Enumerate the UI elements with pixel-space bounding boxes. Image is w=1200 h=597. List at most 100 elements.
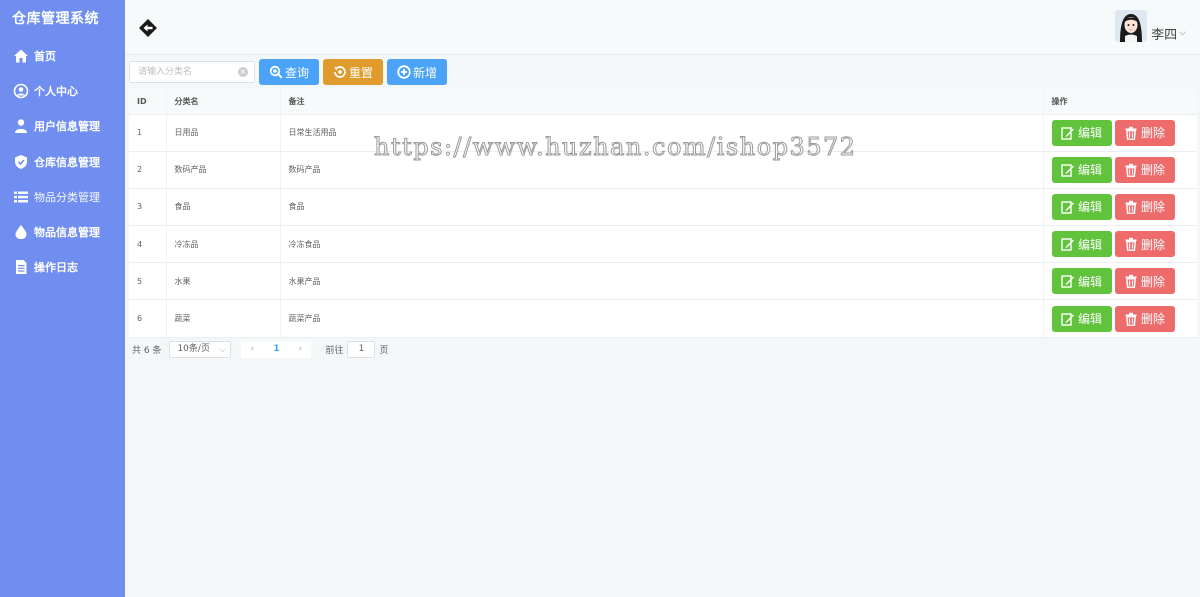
edit-button[interactable]: 编辑 bbox=[1051, 231, 1112, 258]
edit-button[interactable]: 编辑 bbox=[1051, 193, 1112, 220]
delete-button[interactable]: 删除 bbox=[1114, 231, 1175, 258]
query-button[interactable]: 查询 bbox=[259, 59, 319, 85]
edit-button[interactable]: 编辑 bbox=[1051, 305, 1112, 332]
cell-note: 数码产品 bbox=[280, 151, 1044, 189]
table-row: 1 日用品 日常生活用品 编辑 删除 bbox=[129, 114, 1197, 152]
sidebar-item-warehouse[interactable]: 仓库信息管理 bbox=[0, 144, 125, 179]
edit-icon bbox=[1061, 201, 1074, 214]
edit-label: 编辑 bbox=[1077, 274, 1102, 289]
cell-name: 冷冻品 bbox=[166, 225, 281, 264]
chevron-down-icon: ⌵ bbox=[219, 344, 226, 354]
cell-actions: 编辑 删除 bbox=[1043, 151, 1197, 189]
delete-label: 删除 bbox=[1140, 237, 1165, 252]
delete-label: 删除 bbox=[1140, 126, 1165, 141]
edit-label: 编辑 bbox=[1077, 163, 1102, 178]
reset-icon bbox=[334, 66, 346, 78]
column-header-note[interactable]: 备注 bbox=[280, 89, 1044, 115]
document-icon bbox=[12, 258, 30, 276]
search-icon bbox=[269, 65, 283, 79]
avatar bbox=[1115, 10, 1148, 42]
next-page-button[interactable]: › bbox=[289, 340, 312, 358]
trash-icon bbox=[1125, 163, 1137, 177]
username: 李四 bbox=[1151, 27, 1178, 43]
pagination: 共 6 条 10条/页 ⌵ ‹ 1 › 前往 1 页 bbox=[132, 340, 388, 358]
user-circle-icon bbox=[12, 82, 30, 100]
prev-page-button[interactable]: ‹ bbox=[241, 340, 264, 358]
cell-actions: 编辑 删除 bbox=[1043, 299, 1197, 338]
reset-button[interactable]: 重置 bbox=[323, 59, 383, 85]
edit-button[interactable]: 编辑 bbox=[1051, 156, 1112, 183]
cell-name: 日用品 bbox=[166, 114, 281, 152]
sidebar-item-label: 仓库信息管理 bbox=[34, 155, 100, 169]
sidebar-item-users[interactable]: 用户信息管理 bbox=[0, 109, 125, 144]
sidebar-item-home[interactable]: 首页 bbox=[0, 38, 125, 73]
delete-button[interactable]: 删除 bbox=[1114, 156, 1175, 183]
page-size-value: 10条/页 bbox=[177, 343, 210, 354]
table-row: 2 数码产品 数码产品 编辑 删除 bbox=[129, 151, 1197, 189]
sidebar-item-label: 首页 bbox=[34, 49, 56, 63]
table-header: ID 分类名 备注 操作 bbox=[129, 89, 1197, 115]
sidebar-item-label: 物品分类管理 bbox=[34, 190, 100, 204]
sidebar-item-category[interactable]: 物品分类管理 bbox=[0, 179, 125, 214]
search-box: × bbox=[129, 61, 255, 83]
cell-id: 4 bbox=[129, 225, 167, 264]
trash-icon bbox=[1125, 237, 1137, 252]
delete-button[interactable]: 删除 bbox=[1114, 193, 1175, 220]
edit-label: 编辑 bbox=[1077, 312, 1102, 327]
cell-id: 5 bbox=[129, 262, 167, 301]
edit-icon bbox=[1061, 238, 1074, 251]
user-icon bbox=[12, 117, 30, 135]
drop-icon bbox=[12, 223, 30, 241]
table-row: 4 冷冻品 冷冻食品 编辑 删除 bbox=[129, 225, 1197, 264]
back-arrow-icon[interactable] bbox=[137, 17, 159, 39]
jump-label: 前往 bbox=[325, 345, 344, 356]
page-number-current[interactable]: 1 bbox=[263, 340, 290, 358]
cell-id: 2 bbox=[129, 151, 167, 189]
total-count: 共 6 条 bbox=[132, 345, 162, 356]
search-input[interactable] bbox=[130, 62, 254, 82]
cell-name: 食品 bbox=[166, 188, 281, 227]
edit-button[interactable]: 编辑 bbox=[1051, 119, 1112, 146]
edit-button[interactable]: 编辑 bbox=[1051, 268, 1112, 295]
clear-icon[interactable]: × bbox=[238, 67, 248, 77]
add-button[interactable]: 新增 bbox=[387, 59, 447, 85]
table-row: 6 蔬菜 蔬菜产品 编辑 删除 bbox=[129, 299, 1197, 338]
cell-id: 3 bbox=[129, 188, 167, 227]
edit-label: 编辑 bbox=[1077, 126, 1102, 141]
column-header-name[interactable]: 分类名 bbox=[166, 89, 281, 115]
user-menu[interactable]: 李四 ⌵ bbox=[1115, 10, 1186, 43]
delete-button[interactable]: 删除 bbox=[1114, 305, 1175, 332]
sidebar-item-log[interactable]: 操作日志 bbox=[0, 250, 125, 285]
sidebar-item-goods[interactable]: 物品信息管理 bbox=[0, 214, 125, 249]
page-size-select[interactable]: 10条/页 ⌵ bbox=[169, 340, 232, 358]
edit-icon bbox=[1061, 164, 1074, 177]
cell-actions: 编辑 删除 bbox=[1043, 225, 1197, 264]
delete-label: 删除 bbox=[1140, 312, 1165, 327]
jump-page-input[interactable]: 1 bbox=[347, 340, 376, 358]
trash-icon bbox=[1125, 312, 1137, 326]
delete-button[interactable]: 删除 bbox=[1114, 268, 1175, 295]
edit-icon bbox=[1061, 126, 1074, 140]
sidebar-nav: 首页 个人中心 用户信息管理 仓库信息管理 物品分类管理 物品信息管理 操作日志 bbox=[0, 38, 125, 285]
sidebar-item-profile[interactable]: 个人中心 bbox=[0, 73, 125, 108]
shield-icon bbox=[12, 153, 30, 171]
cell-id: 6 bbox=[129, 299, 167, 338]
delete-button[interactable]: 删除 bbox=[1114, 119, 1175, 146]
home-icon bbox=[12, 47, 30, 65]
cell-note: 冷冻食品 bbox=[280, 225, 1044, 264]
top-bar: 李四 ⌵ bbox=[125, 0, 1200, 55]
edit-icon bbox=[1061, 312, 1074, 326]
edit-label: 编辑 bbox=[1077, 200, 1102, 215]
cell-id: 1 bbox=[129, 114, 167, 152]
cell-name: 水果 bbox=[166, 262, 281, 301]
trash-icon bbox=[1125, 275, 1137, 289]
trash-icon bbox=[1125, 126, 1137, 140]
jump-suffix: 页 bbox=[379, 345, 389, 356]
toolbar: × 查询 重置 新增 bbox=[129, 59, 451, 85]
delete-label: 删除 bbox=[1140, 274, 1165, 289]
sidebar-item-label: 用户信息管理 bbox=[34, 120, 100, 134]
cell-actions: 编辑 删除 bbox=[1043, 262, 1197, 301]
cell-name: 数码产品 bbox=[166, 151, 281, 189]
cell-note: 食品 bbox=[280, 188, 1044, 227]
column-header-id[interactable]: ID bbox=[129, 89, 167, 115]
